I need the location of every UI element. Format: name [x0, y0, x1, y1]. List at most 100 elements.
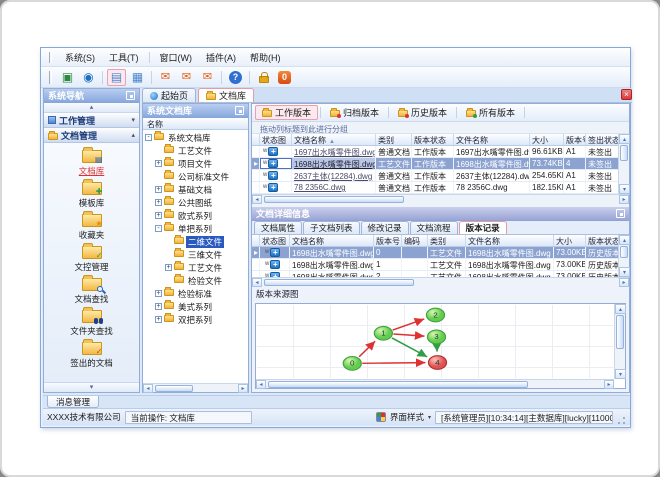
tree-node[interactable]: + 项目文件 — [143, 157, 248, 170]
menu-system[interactable]: 系统(S) — [58, 49, 102, 66]
help-icon[interactable]: ? — [226, 69, 245, 86]
tree-expand-toggle[interactable]: + — [155, 199, 162, 206]
col-version-number[interactable]: 版本号 — [374, 235, 402, 246]
scroll-down-icon[interactable]: ▾ — [615, 369, 626, 379]
scroll-down-icon[interactable]: ▾ — [619, 267, 630, 277]
nav-favorites[interactable]: ★ 收藏夹 — [44, 210, 139, 243]
col-version-number[interactable]: 版本号 — [564, 134, 586, 145]
client-monitor-icon[interactable]: ▣ — [58, 69, 77, 86]
nav-document-library[interactable]: ▤ 文档库 — [44, 146, 139, 179]
document-row[interactable]: 2637主体(12284).dwg 普通文档 工作版本 2637主体(12284… — [252, 170, 620, 182]
menu-plugins[interactable]: 插件(A) — [199, 49, 243, 66]
tree-node[interactable]: + 欧式系列 — [143, 209, 248, 222]
group-by-drop-zone[interactable]: 拖动列标题到此进行分组 — [252, 122, 629, 134]
tree-node[interactable]: + 美式系列 — [143, 300, 248, 313]
tree-node[interactable]: + 双把系列 — [143, 313, 248, 326]
tree-node[interactable]: + 检验标准 — [143, 287, 248, 300]
tree-node[interactable]: 公司标准文件 — [143, 170, 248, 183]
col-size[interactable]: 大小 — [554, 235, 586, 246]
sidebar-overflow-strip[interactable]: ▾ — [44, 382, 139, 392]
scrollbar-thumb[interactable] — [620, 145, 628, 161]
history-version-button[interactable]: 历史版本 — [391, 105, 454, 120]
scroll-down-icon[interactable]: ▾ — [619, 184, 630, 194]
graph-vertical-scrollbar[interactable]: ▴ ▾ — [614, 304, 626, 379]
tab-modification-records[interactable]: 修改记录 — [360, 221, 409, 234]
document-row[interactable]: 78 2356C.dwg 普通文档 工作版本 78 2356C.dwg 182.… — [252, 182, 620, 194]
group-document-management[interactable]: 文档管理 ▴ — [44, 128, 139, 143]
tree-node[interactable]: 二维文件 — [143, 235, 248, 248]
scroll-right-icon[interactable]: ▸ — [619, 195, 629, 204]
toolbar-grip[interactable] — [49, 70, 52, 84]
scrollbar-thumb[interactable] — [616, 315, 624, 349]
document-link[interactable]: 1698出水嘴零件图.dwg — [294, 160, 375, 169]
tree-expand-toggle[interactable]: + — [155, 316, 162, 323]
pin-icon[interactable] — [235, 106, 244, 115]
archive-version-button[interactable]: 归档版本 — [323, 105, 386, 120]
window-grid-icon[interactable]: ▦ — [128, 69, 147, 86]
sidebar-collapse-strip[interactable]: ▴ — [44, 103, 139, 113]
mail-alert-icon[interactable]: ✉ — [198, 69, 217, 86]
col-version-state[interactable]: 版本状态 — [412, 134, 454, 145]
document-row[interactable]: ▸ 1698出水嘴零件图.dwg 工艺文件 工作版本 1698出水嘴零件图.dw… — [252, 158, 620, 170]
window-panel-icon[interactable]: ▤ — [107, 68, 126, 86]
tree-expand-toggle[interactable]: + — [155, 290, 162, 297]
tree-node[interactable]: - 系统文档库 — [143, 131, 248, 144]
document-link[interactable]: 2637主体(12284).dwg — [294, 172, 372, 181]
graph-horizontal-scrollbar[interactable]: ◂ ▸ — [256, 379, 614, 389]
version-row[interactable]: ▸ 1698出水嘴零件图.dwg 0 工艺文件 1698出水嘴零件图.dwg 7… — [252, 247, 620, 259]
lock-icon[interactable] — [254, 69, 273, 86]
tab-subdocument-list[interactable]: 子文档列表 — [303, 221, 360, 234]
all-version-button[interactable]: 所有版本 — [459, 105, 522, 120]
tree-expand-toggle[interactable]: + — [155, 303, 162, 310]
tree-node[interactable]: + 工艺文件 — [143, 261, 248, 274]
scrollbar-thumb[interactable] — [268, 381, 528, 388]
tree-expand-toggle[interactable]: + — [155, 186, 162, 193]
message-management-tab[interactable]: 消息管理 — [47, 396, 100, 408]
menu-help[interactable]: 帮助(H) — [243, 49, 288, 66]
scrollbar-thumb[interactable] — [264, 279, 414, 286]
menu-window[interactable]: 窗口(W) — [153, 49, 200, 66]
tree-expand-toggle[interactable]: + — [165, 264, 172, 271]
document-link[interactable]: 78 2356C.dwg — [294, 183, 346, 192]
versions-horizontal-scrollbar[interactable]: ◂ ▸ — [252, 277, 629, 287]
scroll-left-icon[interactable]: ◂ — [143, 384, 153, 393]
col-state-icon[interactable]: 状态图 — [260, 235, 290, 246]
version-row[interactable]: 1698出水嘴零件图.dwg 1 工艺文件 1698出水嘴零件图.dwg 73.… — [252, 259, 620, 271]
tree-expand-toggle[interactable]: + — [155, 160, 162, 167]
tab-start-page[interactable]: 起始页 — [142, 88, 197, 102]
close-tab-icon[interactable]: × — [621, 89, 632, 100]
tree-expand-toggle[interactable]: - — [155, 225, 162, 232]
nav-folder-search[interactable]: 文件夹查找 — [44, 306, 139, 339]
menu-tools[interactable]: 工具(T) — [102, 49, 146, 66]
ui-style-icon[interactable] — [375, 412, 386, 422]
documents-vertical-scrollbar[interactable]: ▴ ▾ — [618, 134, 630, 194]
scroll-up-icon[interactable]: ▴ — [619, 235, 630, 245]
scrollbar-thumb[interactable] — [264, 196, 404, 203]
document-link[interactable]: 1697出水嘴零件图.dwg — [294, 148, 375, 157]
col-file-name[interactable]: 文件名称 — [466, 235, 554, 246]
scroll-up-icon[interactable]: ▴ — [615, 304, 626, 314]
scrollbar-thumb[interactable] — [620, 246, 628, 258]
tree-column-header[interactable]: 名称 — [143, 118, 248, 130]
graph-canvas[interactable]: 0 1 2 3 4 — [257, 305, 613, 378]
nav-document-control[interactable]: ✓ 文控管理 — [44, 242, 139, 275]
col-document-name[interactable]: 文档名称 — [290, 235, 374, 246]
scroll-left-icon[interactable]: ◂ — [256, 380, 266, 389]
col-code[interactable]: 编码 — [402, 235, 428, 246]
mail-send-icon[interactable]: ✉ — [177, 69, 196, 86]
tab-version-records[interactable]: 版本记录 — [458, 221, 507, 234]
tree-expand-toggle[interactable]: + — [155, 212, 162, 219]
tree-node[interactable]: - 单把系列 — [143, 222, 248, 235]
power-icon[interactable]: 0 — [275, 69, 294, 86]
resize-grip[interactable] — [617, 416, 626, 425]
col-state-icon[interactable]: 状态图 — [260, 134, 292, 145]
chevron-down-icon[interactable]: ▾ — [428, 414, 431, 421]
col-checkout-state[interactable]: 签出状态 — [586, 134, 620, 145]
scroll-up-icon[interactable]: ▴ — [619, 134, 630, 144]
scroll-left-icon[interactable]: ◂ — [252, 278, 262, 287]
scroll-right-icon[interactable]: ▸ — [238, 384, 248, 393]
document-row[interactable]: 1697出水嘴零件图.dwg 普通文档 工作版本 1697出水嘴零件图.dwg … — [252, 146, 620, 158]
col-version-state[interactable]: 版本状态 — [586, 235, 620, 246]
mail-new-icon[interactable]: ✉ — [156, 69, 175, 86]
versions-vertical-scrollbar[interactable]: ▴ ▾ — [618, 235, 630, 277]
